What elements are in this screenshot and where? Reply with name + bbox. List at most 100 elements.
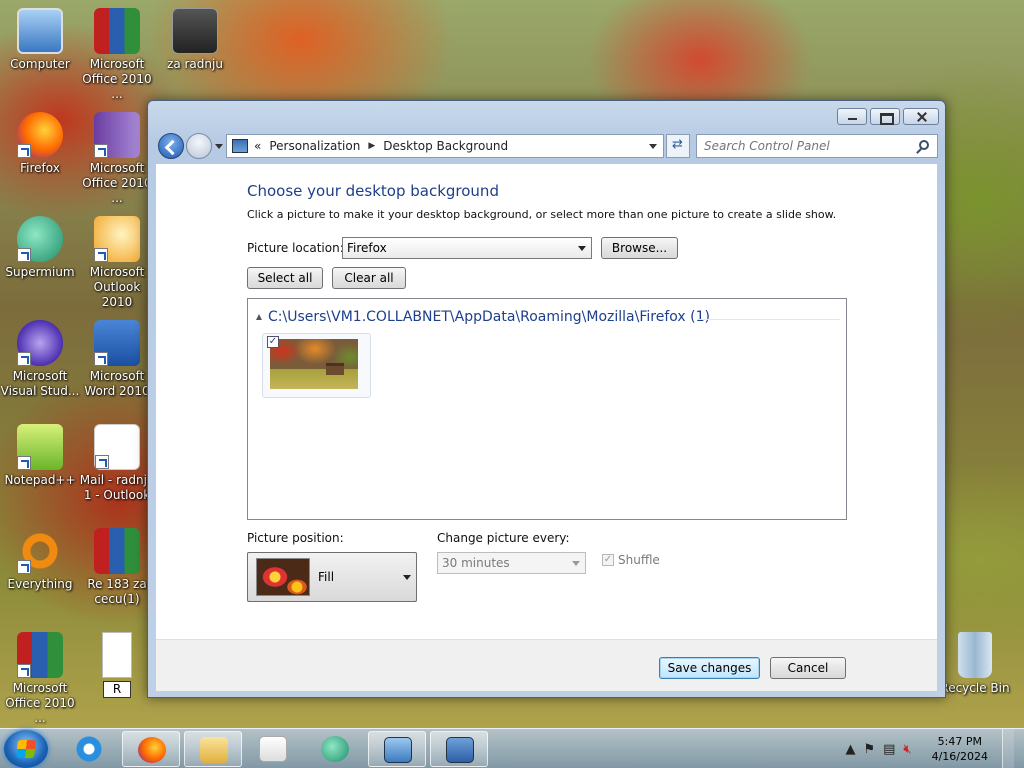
- notepadpp-icon: [17, 424, 63, 470]
- taskbar-internet-explorer[interactable]: [60, 731, 118, 767]
- clear-all-button[interactable]: Clear all: [332, 267, 406, 289]
- desktop-background-window: « Personalization ▶ Desktop Background C…: [147, 100, 946, 698]
- document-icon: [102, 632, 132, 678]
- winrar-icon: [17, 632, 63, 678]
- firefox-icon: [138, 737, 166, 763]
- file-explorer-icon: [200, 737, 228, 763]
- internet-explorer-icon: [75, 736, 103, 762]
- close-button[interactable]: [903, 108, 939, 125]
- taskbar-control-panel[interactable]: [430, 731, 488, 767]
- desktop-icon-everything[interactable]: Everything: [0, 528, 80, 592]
- flower-preview-icon: [256, 558, 310, 596]
- picture-group-path: C:\Users\VM1.COLLABNET\AppData\Roaming\M…: [268, 309, 710, 325]
- desktop-icon-outlook[interactable]: Microsoft Outlook 2010: [77, 216, 157, 310]
- chevron-down-icon: [403, 575, 411, 580]
- picture-thumbnail-item[interactable]: ✓: [262, 333, 371, 398]
- cancel-button[interactable]: Cancel: [770, 657, 846, 679]
- shuffle-label: Shuffle: [618, 553, 660, 567]
- page-description: Click a picture to make it your desktop …: [247, 208, 837, 221]
- picture-position-select[interactable]: Fill: [247, 552, 417, 602]
- breadcrumb: « Personalization ▶ Desktop Background: [254, 139, 508, 153]
- back-arrow-icon[interactable]: [158, 133, 184, 159]
- taskbar: ▲ ⚑ ▤ 🔇︎ 5:47 PM 4/16/2024: [0, 728, 1024, 768]
- shuffle-checkbox[interactable]: ✓ Shuffle: [602, 553, 660, 567]
- chevron-down-icon: [572, 561, 580, 566]
- desktop-icon-za-radnju[interactable]: za radnju: [155, 8, 235, 72]
- recent-pages-dropdown-icon[interactable]: [215, 144, 223, 149]
- picture-location-value: Firefox: [347, 241, 387, 255]
- picture-location-select[interactable]: Firefox: [342, 237, 592, 259]
- desktop-icon-mail-outlook[interactable]: Mail - radnja 1 - Outlook: [77, 424, 157, 503]
- desktop-icon-supermium[interactable]: Supermium: [0, 216, 80, 280]
- desktop-icon-office-3[interactable]: Microsoft Office 2010 ...: [0, 632, 80, 726]
- collapse-icon[interactable]: [256, 314, 262, 320]
- winrar-icon: [94, 112, 140, 158]
- winrar-icon: [94, 8, 140, 54]
- breadcrumb-desktop-background[interactable]: Desktop Background: [383, 139, 508, 153]
- control-panel-icon: [446, 737, 474, 763]
- outlook-icon: [94, 216, 140, 262]
- search-input[interactable]: [697, 139, 907, 153]
- desktop-icon-office-1[interactable]: Microsoft Office 2010 ...: [77, 8, 157, 102]
- visual-studio-icon: [17, 320, 63, 366]
- desktop-icon-office-2[interactable]: Microsoft Office 2010 ...: [77, 112, 157, 206]
- minimize-button[interactable]: [837, 108, 867, 125]
- action-center-flag-icon[interactable]: ⚑: [863, 742, 875, 757]
- address-dropdown-icon[interactable]: [649, 144, 657, 149]
- start-button[interactable]: [4, 730, 48, 768]
- change-picture-interval-select[interactable]: 30 minutes: [437, 552, 586, 574]
- desktop-icon-computer[interactable]: Computer: [0, 8, 80, 72]
- desktop-icon-word[interactable]: Microsoft Word 2010: [77, 320, 157, 399]
- save-changes-button[interactable]: Save changes: [659, 657, 760, 679]
- change-picture-label: Change picture every:: [437, 531, 570, 545]
- taskbar-personalization[interactable]: [368, 731, 426, 767]
- control-panel-icon: [232, 139, 248, 153]
- refresh-button[interactable]: [666, 134, 690, 158]
- breadcrumb-overflow[interactable]: «: [254, 139, 261, 153]
- desktop-icon-firefox[interactable]: Firefox: [0, 112, 80, 176]
- taskbar-media-player[interactable]: [244, 731, 302, 767]
- supermium-icon: [17, 216, 63, 262]
- change-picture-interval-value: 30 minutes: [442, 556, 510, 570]
- recycle-bin-icon: [958, 632, 992, 678]
- firefox-icon: [17, 112, 63, 158]
- desktop-icon-r-document[interactable]: R: [77, 632, 157, 698]
- checkbox-icon[interactable]: ✓: [602, 554, 614, 566]
- clock-time: 5:47 PM: [937, 735, 982, 748]
- address-bar[interactable]: « Personalization ▶ Desktop Background: [226, 134, 664, 158]
- select-all-button[interactable]: Select all: [247, 267, 323, 289]
- show-hidden-icons-icon[interactable]: ▲: [845, 742, 855, 757]
- network-icon[interactable]: ▤: [883, 742, 895, 757]
- supermium-icon: [321, 736, 349, 762]
- maximize-button[interactable]: [870, 108, 900, 125]
- taskbar-supermium[interactable]: [306, 731, 364, 767]
- thumbnail-checkbox[interactable]: ✓: [267, 336, 279, 348]
- taskbar-file-explorer[interactable]: [184, 731, 242, 767]
- media-player-icon: [259, 736, 287, 762]
- browse-button[interactable]: Browse...: [601, 237, 678, 259]
- caption-buttons: [837, 108, 939, 125]
- desktop-icon-notepadpp[interactable]: Notepad++: [0, 424, 80, 488]
- breadcrumb-personalization[interactable]: Personalization: [269, 139, 360, 153]
- volume-muted-icon[interactable]: 🔇︎: [903, 742, 911, 757]
- breadcrumb-separator-icon[interactable]: ▶: [368, 141, 375, 151]
- desktop-icon-re-183[interactable]: Re 183 za cecu(1): [77, 528, 157, 607]
- forward-arrow-icon[interactable]: [186, 133, 212, 159]
- folder-icon: [172, 8, 218, 54]
- desktop-icon-visual-studio[interactable]: Microsoft Visual Stud...: [0, 320, 80, 399]
- picture-group-header[interactable]: C:\Users\VM1.COLLABNET\AppData\Roaming\M…: [256, 309, 710, 325]
- content-pane: Choose your desktop background Click a p…: [156, 164, 937, 639]
- search-icon[interactable]: [919, 140, 929, 150]
- picture-location-label: Picture location:: [247, 241, 344, 255]
- divider: [698, 319, 840, 320]
- taskbar-firefox[interactable]: [122, 731, 180, 767]
- show-desktop-button[interactable]: [1002, 729, 1014, 768]
- chevron-down-icon: [578, 246, 586, 251]
- desktop-icon-recycle-bin[interactable]: Recycle Bin: [935, 632, 1015, 696]
- cabin-shape: [326, 363, 344, 375]
- navigation-bar: « Personalization ▶ Desktop Background: [156, 132, 938, 160]
- picture-position-label: Picture position:: [247, 531, 344, 545]
- everything-icon: [17, 528, 63, 574]
- clock[interactable]: 5:47 PM 4/16/2024: [932, 734, 988, 764]
- clock-date: 4/16/2024: [931, 750, 988, 763]
